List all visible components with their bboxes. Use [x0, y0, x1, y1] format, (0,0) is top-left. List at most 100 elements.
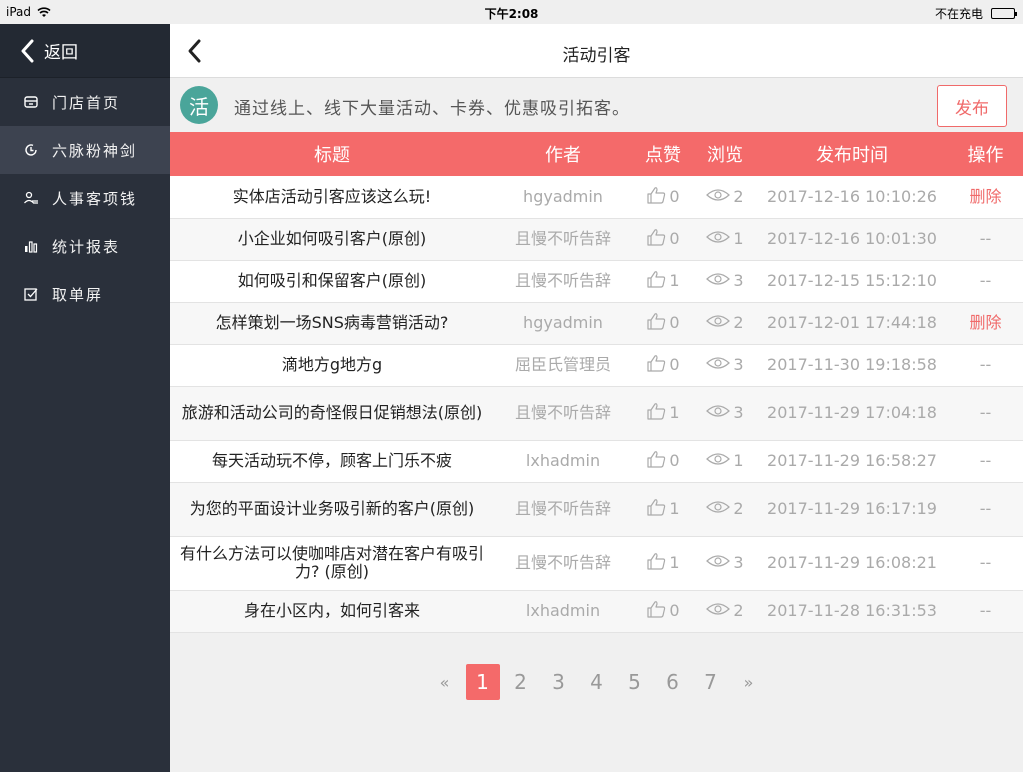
delete-button[interactable]: 删除 [948, 302, 1023, 344]
sidebar-item-label: 人事客项钱 [52, 189, 138, 208]
thumbs-up-icon [646, 552, 666, 574]
table-row[interactable]: 小企业如何吸引客户(原创) 且慢不听告辞 0 1 2017-12-16 10:01:30… [170, 218, 1023, 260]
sidebar-item-label: 取单屏 [52, 285, 104, 304]
view-count: 3 [733, 403, 744, 422]
pagination-page[interactable]: 1 [465, 664, 500, 700]
table-row[interactable]: 旅游和活动公司的奇怪假日促销想法(原创) 且慢不听告辞 1 3 2017-11-29 1… [170, 386, 1023, 440]
row-likes: 0 [632, 176, 694, 218]
row-time: 2017-12-16 10:10:26 [767, 186, 937, 206]
sidebar: 返回 门店首页 六脉粉神剑 人事客项钱 统计报表 取单屏 [0, 24, 170, 772]
people-icon [22, 189, 40, 207]
view-count: 2 [733, 499, 744, 518]
row-likes: 0 [632, 218, 694, 260]
table-row[interactable]: 每天活动玩不停，顾客上门乐不疲 lxhadmin 0 1 2017-11-29 16:5… [170, 440, 1023, 482]
table-row[interactable]: 怎样策划一场SNS病毒营销活动? hgyadmin 0 2 2017-12-01 17:… [170, 302, 1023, 344]
pagination-next[interactable]: » [730, 664, 768, 700]
like-count: 1 [669, 271, 680, 290]
thumbs-up-icon [646, 402, 666, 424]
sidebar-item-campaign[interactable]: 六脉粉神剑 [0, 126, 170, 174]
row-title[interactable]: 身在小区内，如何引客来 [170, 590, 494, 632]
row-likes: 0 [632, 440, 694, 482]
eye-icon [706, 554, 731, 572]
row-title[interactable]: 有什么方法可以使咖啡店对潜在客户有吸引力? (原创) [170, 536, 494, 590]
view-count: 2 [733, 186, 744, 206]
thumbs-up-icon [646, 186, 666, 208]
publish-button[interactable]: 发布 [937, 85, 1007, 127]
no-action: -- [979, 499, 992, 518]
thumbs-up-icon [646, 600, 666, 622]
top-bar: 活动引客 [170, 24, 1023, 78]
row-author: 且慢不听告辞 [514, 553, 611, 572]
delete-button[interactable]: 删除 [948, 176, 1023, 218]
pagination-prev[interactable]: « [426, 664, 464, 700]
row-views: 2 [694, 302, 756, 344]
table-row[interactable]: 滴地方g地方g 屈臣氏管理员 0 3 2017-11-30 19:18:58 -- [170, 344, 1023, 386]
eye-icon [706, 230, 731, 248]
column-header-likes: 点赞 [645, 145, 681, 166]
row-author: lxhadmin [525, 451, 601, 470]
no-action: -- [979, 271, 992, 290]
table-row[interactable]: 身在小区内，如何引客来 lxhadmin 0 2 2017-11-28 16:31:53… [170, 590, 1023, 632]
sidebar-item-staff[interactable]: 人事客项钱 [0, 174, 170, 222]
pagination-page[interactable]: 2 [502, 664, 540, 700]
table-row[interactable]: 有什么方法可以使咖啡店对潜在客户有吸引力? (原创) 且慢不听告辞 1 3 2017-1… [170, 536, 1023, 590]
row-author: 且慢不听告辞 [514, 271, 611, 290]
row-likes: 1 [632, 482, 694, 536]
pagination-page[interactable]: 3 [540, 664, 578, 700]
sidebar-item-order-screen[interactable]: 取单屏 [0, 270, 170, 318]
row-title[interactable]: 如何吸引和保留客户(原创) [170, 260, 494, 302]
thumbs-up-icon [646, 354, 666, 376]
sidebar-back-button[interactable]: 返回 [0, 24, 170, 78]
pagination-page[interactable]: 6 [654, 664, 692, 700]
no-action: -- [979, 355, 992, 374]
eye-icon [706, 272, 731, 290]
row-author: hgyadmin [523, 313, 603, 332]
row-title[interactable]: 每天活动玩不停，顾客上门乐不疲 [170, 440, 494, 482]
row-title[interactable]: 怎样策划一场SNS病毒营销活动? [170, 302, 494, 344]
thumbs-up-icon [646, 270, 666, 292]
sidebar-item-reports[interactable]: 统计报表 [0, 222, 170, 270]
row-time: 2017-11-30 19:18:58 [767, 355, 937, 374]
row-time: 2017-12-15 15:12:10 [767, 271, 937, 290]
no-action: -- [979, 451, 992, 470]
table-row[interactable]: 实体店活动引客应该这么玩! hgyadmin 0 2 2017-12-16 10:10:… [170, 176, 1023, 218]
row-time: 2017-11-29 16:08:21 [767, 553, 937, 572]
row-title[interactable]: 旅游和活动公司的奇怪假日促销想法(原创) [170, 386, 494, 440]
row-title[interactable]: 为您的平面设计业务吸引新的客户(原创) [170, 482, 494, 536]
row-time: 2017-12-01 17:44:18 [767, 313, 937, 332]
thumbs-up-icon [646, 498, 666, 520]
info-banner: 活 通过线上、线下大量活动、卡券、优惠吸引拓客。 发布 [170, 78, 1023, 132]
like-count: 0 [669, 229, 680, 248]
refresh-icon [22, 141, 40, 159]
thumbs-up-icon [646, 450, 666, 472]
thumbs-up-icon [646, 228, 666, 250]
view-count: 3 [733, 355, 744, 374]
view-count: 3 [733, 271, 744, 290]
checkbox-icon [22, 285, 40, 303]
pagination-page[interactable]: 7 [692, 664, 730, 700]
pagination-page[interactable]: 4 [578, 664, 616, 700]
row-title[interactable]: 实体店活动引客应该这么玩! [170, 176, 494, 218]
row-title[interactable]: 小企业如何吸引客户(原创) [170, 218, 494, 260]
row-time: 2017-11-28 16:31:53 [767, 601, 937, 620]
table-header-row: 标题 作者 点赞 浏览 发布时间 操作 [170, 132, 1023, 176]
like-count: 0 [669, 355, 680, 374]
view-count: 2 [733, 601, 744, 620]
article-table: 标题 作者 点赞 浏览 发布时间 操作 实体店活动引客应该这么玩! hgyadmi… [170, 132, 1023, 633]
like-count: 0 [669, 186, 680, 206]
banner-text: 通过线上、线下大量活动、卡券、优惠吸引拓客。 [234, 99, 630, 119]
no-action: -- [979, 553, 992, 572]
pagination-page[interactable]: 5 [616, 664, 654, 700]
charging-status: 不在充电 [934, 7, 983, 21]
activity-badge: 活 [180, 86, 218, 124]
row-views: 2 [694, 482, 756, 536]
table-row[interactable]: 为您的平面设计业务吸引新的客户(原创) 且慢不听告辞 1 2 2017-11-29 16… [170, 482, 1023, 536]
table-row[interactable]: 如何吸引和保留客户(原创) 且慢不听告辞 1 3 2017-12-15 15:12:10… [170, 260, 1023, 302]
column-header-time: 发布时间 [816, 145, 888, 166]
battery-icon [991, 8, 1017, 19]
sidebar-item-store-home[interactable]: 门店首页 [0, 78, 170, 126]
no-action: -- [979, 229, 992, 248]
row-time: 2017-11-29 16:17:19 [767, 499, 937, 518]
row-time: 2017-12-16 10:01:30 [767, 229, 937, 248]
row-title[interactable]: 滴地方g地方g [170, 344, 494, 386]
